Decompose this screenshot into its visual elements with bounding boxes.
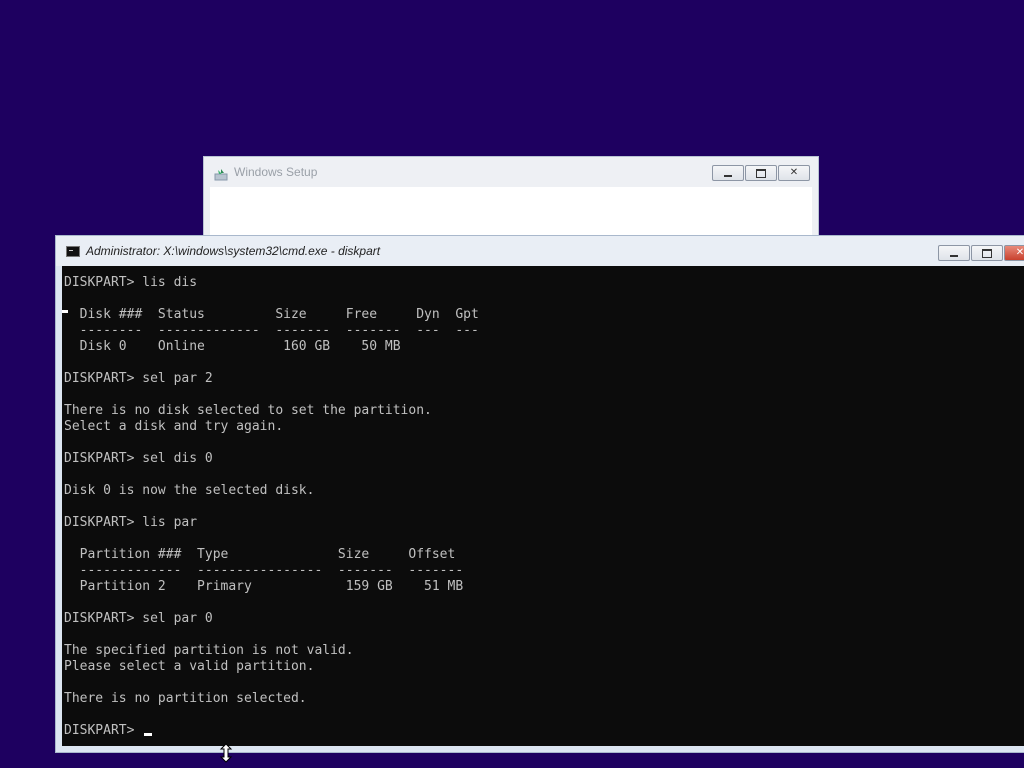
- text-cursor: [144, 733, 153, 736]
- cmd-icon: [66, 245, 80, 257]
- cmd-close-button[interactable]: ✕: [1004, 245, 1024, 261]
- setup-icon: [214, 166, 228, 181]
- cmd-window[interactable]: Administrator: X:\windows\system32\cmd.e…: [55, 235, 1024, 753]
- console-line: Disk 0 is now the selected disk.: [64, 483, 315, 498]
- console-line: DISKPART>: [64, 723, 153, 739]
- console-line: Partition ### Type Size Offset: [64, 547, 456, 562]
- resize-cursor-icon: [219, 743, 233, 763]
- console-line: DISKPART> sel par 0: [64, 611, 213, 626]
- setup-window-title: Windows Setup: [234, 165, 318, 179]
- setup-close-button[interactable]: ✕: [778, 165, 810, 181]
- console-line: DISKPART> sel par 2: [64, 371, 213, 386]
- setup-window-controls: ✕: [712, 165, 810, 181]
- maximize-icon: [756, 169, 766, 178]
- console-line: Disk 0 Online 160 GB 50 MB: [64, 339, 401, 354]
- console-line: There is no disk selected to set the par…: [64, 403, 432, 418]
- minimize-icon: [724, 175, 732, 177]
- setup-maximize-button[interactable]: [745, 165, 777, 181]
- close-icon: ✕: [789, 167, 799, 178]
- close-icon: ✕: [1015, 247, 1024, 258]
- console-line: There is no partition selected.: [64, 691, 307, 706]
- console-line: DISKPART> lis par: [64, 515, 198, 530]
- cmd-maximize-button[interactable]: [971, 245, 1003, 261]
- cmd-titlebar[interactable]: Administrator: X:\windows\system32\cmd.e…: [56, 236, 1024, 266]
- console-line: DISKPART> sel dis 0: [64, 451, 213, 466]
- cmd-window-title: Administrator: X:\windows\system32\cmd.e…: [86, 244, 381, 258]
- console-output[interactable]: DISKPART> lis dis Disk ### Status Size F…: [62, 266, 1024, 746]
- console-line: DISKPART> lis dis: [64, 275, 198, 290]
- cmd-minimize-button[interactable]: [938, 245, 970, 261]
- console-line: The specified partition is not valid.: [64, 643, 354, 658]
- maximize-icon: [982, 249, 992, 258]
- console-line: Disk ### Status Size Free Dyn Gpt: [64, 307, 479, 322]
- console-line: ------------- ---------------- ------- -…: [64, 563, 464, 578]
- setup-minimize-button[interactable]: [712, 165, 744, 181]
- console-line: Partition 2 Primary 159 GB 51 MB: [64, 579, 464, 594]
- console-line: -------- ------------- ------- ------- -…: [64, 323, 479, 338]
- cmd-window-controls: ✕: [938, 245, 1024, 261]
- console-line: Select a disk and try again.: [64, 419, 284, 434]
- minimize-icon: [950, 255, 958, 257]
- console-line: Please select a valid partition.: [64, 659, 315, 674]
- desktop: Windows Setup ✕ Administrator: X:\window…: [0, 0, 1024, 768]
